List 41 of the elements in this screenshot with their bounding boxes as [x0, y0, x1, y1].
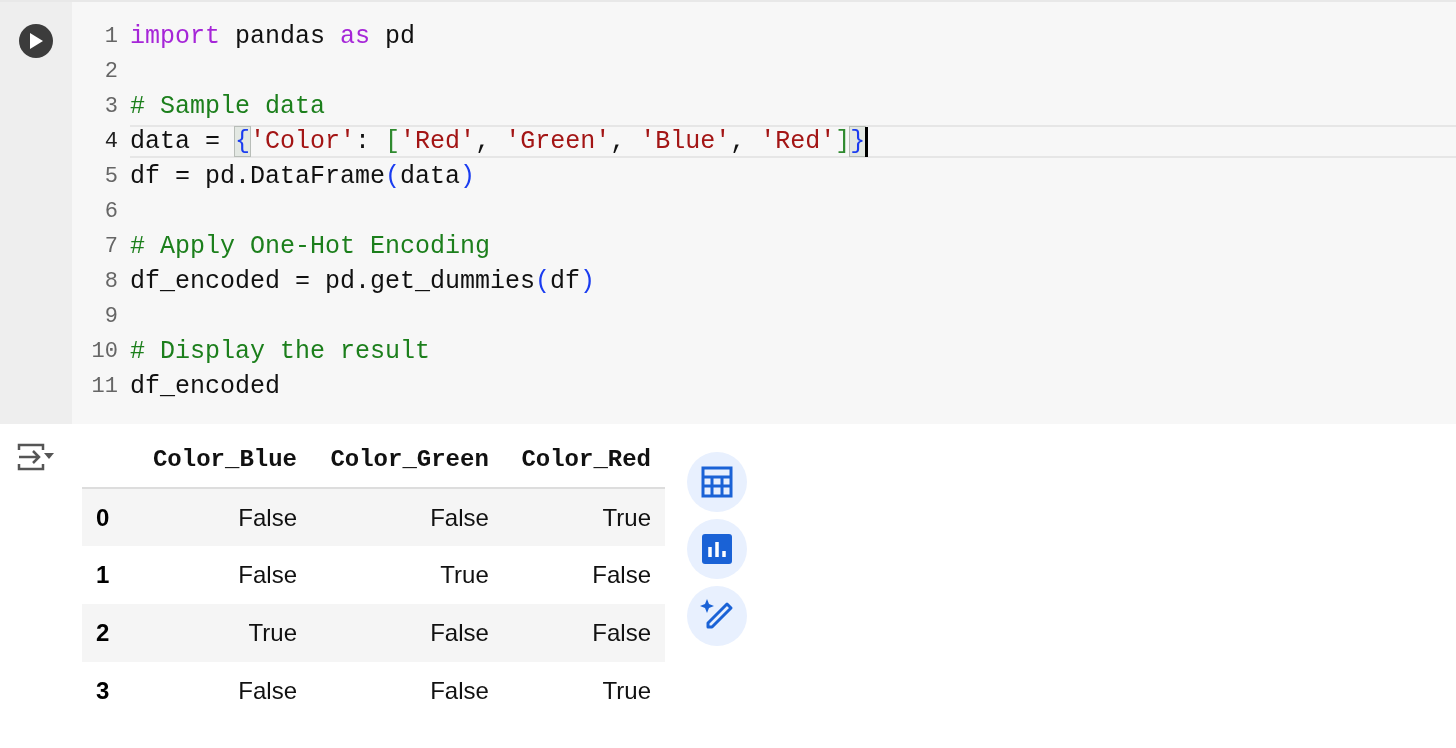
row-index: 1	[82, 546, 134, 604]
line-number: 11	[90, 374, 119, 399]
table-cell: False	[502, 604, 665, 662]
row-index: 2	[82, 604, 134, 662]
table-cell: False	[311, 604, 503, 662]
table-cell: True	[502, 488, 665, 546]
play-icon	[28, 32, 44, 50]
line-number: 10	[90, 339, 119, 364]
line-number: 7	[103, 234, 119, 259]
table-cell: False	[134, 488, 311, 546]
bar-chart-icon	[702, 534, 732, 564]
line-number: 1	[103, 24, 119, 49]
table-cell: True	[134, 604, 311, 662]
code-line[interactable]: df = pd.DataFrame(data)	[130, 160, 1456, 193]
row-index: 0	[82, 488, 134, 546]
line-number: 2	[103, 59, 119, 84]
table-cell: False	[134, 662, 311, 720]
table-icon	[701, 466, 733, 498]
line-number: 5	[103, 164, 119, 189]
line-number: 4	[103, 129, 119, 154]
code-line[interactable]: df_encoded = pd.get_dummies(df)	[130, 265, 1456, 298]
table-cell: False	[502, 546, 665, 604]
line-number: 8	[103, 269, 119, 294]
code-line[interactable]: data = {'Color': ['Red', 'Green', 'Blue', 'Red']}	[130, 125, 1456, 158]
table-cell: False	[311, 488, 503, 546]
code-line[interactable]: import pandas as pd	[130, 20, 1456, 53]
line-number: 3	[103, 94, 119, 119]
row-index: 3	[82, 662, 134, 720]
line-number: 6	[103, 199, 119, 224]
output-toggle-icon[interactable]	[16, 442, 54, 472]
run-button[interactable]	[19, 24, 53, 58]
code-line[interactable]: # Sample data	[130, 90, 1456, 123]
table-cell: True	[502, 662, 665, 720]
code-line[interactable]: # Apply One-Hot Encoding	[130, 230, 1456, 263]
code-line[interactable]: # Display the result	[130, 335, 1456, 368]
text-cursor	[865, 126, 869, 157]
line-number: 9	[103, 304, 119, 329]
table-cell: True	[311, 546, 503, 604]
code-line[interactable]: df_encoded	[130, 370, 1456, 403]
table-cell: False	[134, 546, 311, 604]
table-cell: False	[311, 662, 503, 720]
